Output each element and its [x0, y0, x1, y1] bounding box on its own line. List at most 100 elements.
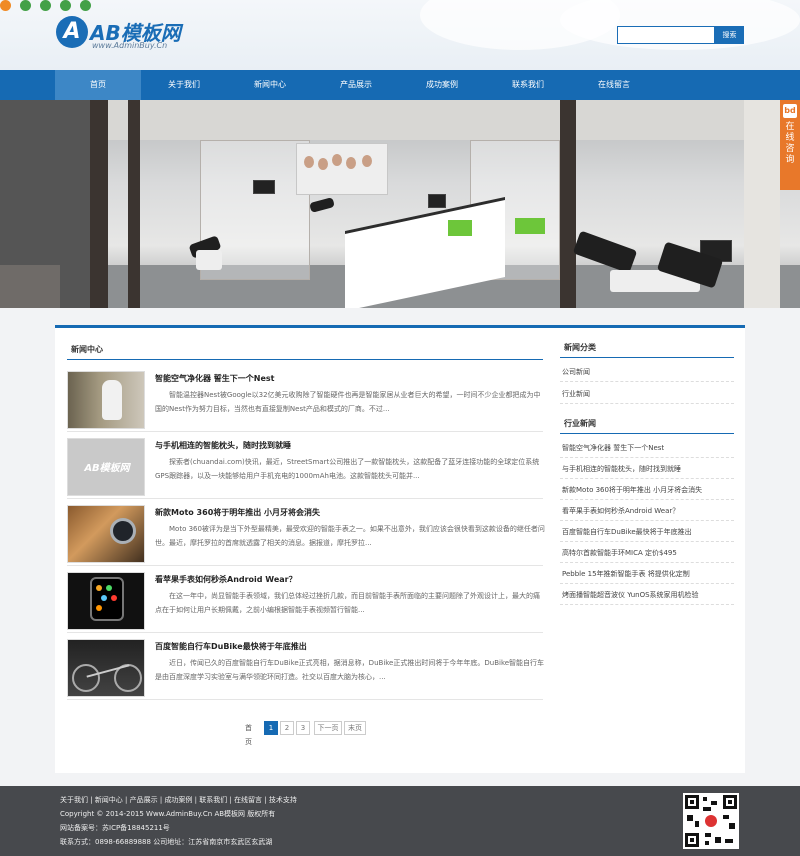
qr-cell	[705, 841, 709, 845]
sidebar-category-title: 新闻分类	[560, 340, 734, 358]
search-box: 搜索	[617, 26, 744, 44]
footer-links: 关于我们 | 新闻中心 | 产品展示 | 成功案例 | 联系我们 | 在线留言 …	[60, 796, 297, 804]
logo[interactable]: A AB模板网 www.AdminBuy.Cn	[56, 16, 196, 56]
banner-column	[128, 100, 140, 308]
news-item: 看苹果手表如何秒杀Android Wear？ 在这一年中，尚显智能手表领域，我们…	[67, 572, 543, 634]
banner-face	[304, 156, 314, 168]
qr-center-logo	[705, 815, 717, 827]
banner-slider[interactable]	[0, 100, 800, 308]
qr-cell	[703, 797, 707, 801]
search-button[interactable]: 搜索	[715, 26, 744, 44]
sidebar-industry-item[interactable]: 看苹果手表如何秒杀Android Wear？	[560, 501, 734, 521]
banner-face	[318, 158, 328, 170]
footer: 关于我们 | 新闻中心 | 产品展示 | 成功案例 | 联系我们 | 在线留言 …	[0, 786, 800, 856]
nav-item-products[interactable]: 产品展示	[313, 70, 399, 100]
wheel-shape	[72, 664, 100, 692]
sidebar-industry-item[interactable]: 高特尔首款智能手环MICA 定价$495	[560, 543, 734, 563]
nav-item-contact[interactable]: 联系我们	[485, 70, 571, 100]
footer-link-about[interactable]: 关于我们	[60, 796, 88, 804]
search-input[interactable]	[617, 26, 715, 44]
news-title[interactable]: 百度智能自行车DuBike最快将于年底推出	[155, 641, 307, 652]
sidebar-industry-item[interactable]: 烤面播智能超音波仪 YunOS系统家用机检验	[560, 585, 734, 605]
header: A AB模板网 www.AdminBuy.Cn 搜索	[0, 0, 800, 70]
app-dot	[96, 605, 102, 611]
nav-item-cases[interactable]: 成功案例	[399, 70, 485, 100]
footer-link-news[interactable]: 新闻中心	[95, 796, 123, 804]
footer-link-products[interactable]: 产品展示	[130, 796, 158, 804]
footer-link-cases[interactable]: 成功案例	[164, 796, 192, 804]
banner-wall-photo	[296, 143, 388, 195]
footer-icp[interactable]: 网站备案号：苏ICP备18845211号	[60, 823, 170, 833]
news-item: AB模板网 与手机相连的智能枕头，随时找到就睡 探索者(chuandai.com…	[67, 438, 543, 500]
news-title[interactable]: 看苹果手表如何秒杀Android Wear？	[155, 574, 297, 585]
sidebar-industry-item[interactable]: 与手机相连的智能枕头，随时找到就睡	[560, 459, 734, 479]
news-title[interactable]: 新款Moto 360将于明年推出 小月牙将会消失	[155, 507, 320, 518]
qr-cell	[715, 837, 721, 843]
news-thumb-moto-360[interactable]	[67, 505, 145, 563]
online-consult-tab[interactable]: bd 在线咨询	[780, 100, 800, 190]
page-1[interactable]: 1	[264, 721, 278, 735]
banner-dot-5[interactable]	[80, 0, 91, 11]
sidebar-industry-item[interactable]: 百度智能自行车DuBike最快将于年底推出	[560, 522, 734, 542]
divider	[67, 632, 543, 633]
banner-dot-4[interactable]	[60, 0, 71, 11]
news-summary: 在这一年中，尚显智能手表领域，我们总体经过挫折几款，而目前智能手表所面临的主要问…	[155, 592, 540, 614]
nav-item-about[interactable]: 关于我们	[141, 70, 227, 100]
footer-link-support[interactable]: 技术支持	[269, 796, 297, 804]
banner-left-floor	[0, 265, 60, 308]
news-thumb-apple-watch[interactable]	[67, 572, 145, 630]
footer-link-contact[interactable]: 联系我们	[199, 796, 227, 804]
app-dot	[96, 585, 102, 591]
news-thumb-placeholder[interactable]: AB模板网	[67, 438, 145, 496]
qr-cell	[695, 821, 699, 827]
banner-dot-3[interactable]	[40, 0, 51, 11]
news-title[interactable]: 智能空气净化器 誓生下一个Nest	[155, 373, 275, 384]
banner-right-wall	[744, 100, 780, 308]
purifier-shape	[102, 380, 122, 420]
sidebar-category-item[interactable]: 公司新闻	[560, 362, 734, 382]
qr-cell	[687, 815, 693, 821]
news-summary: 探索者(chuandai.com)快讯，最近，StreetSmart公司推出了一…	[155, 458, 540, 480]
news-item: 新款Moto 360将于明年推出 小月牙将会消失 Moto 360被评为是当下外…	[67, 505, 545, 567]
pagination-next[interactable]: 下一页	[314, 721, 342, 735]
banner-dot-1[interactable]	[0, 0, 11, 11]
qr-corner	[685, 833, 699, 847]
pagination-first[interactable]: 首页	[245, 721, 252, 746]
sidebar-category-item[interactable]: 行业新闻	[560, 384, 734, 404]
sidebar-industry-item[interactable]: Pebble 15年推新智能手表 将提供化定制	[560, 564, 734, 584]
news-thumb-air-purifier[interactable]	[67, 371, 145, 429]
nav-item-home[interactable]: 首页	[55, 70, 141, 100]
app-dot	[106, 585, 112, 591]
banner-green-panel	[448, 220, 472, 236]
news-title[interactable]: 与手机相连的智能枕头，随时找到就睡	[155, 440, 291, 451]
pagination-last[interactable]: 末页	[344, 721, 366, 735]
baidu-icon: bd	[783, 104, 797, 118]
news-item: 智能空气净化器 誓生下一个Nest 智能温控器Nest被Google以32亿美元…	[67, 371, 543, 433]
news-section-title: 新闻中心	[67, 342, 543, 360]
app-dot	[101, 595, 107, 601]
qr-cell	[725, 839, 733, 843]
nav-item-message[interactable]: 在线留言	[571, 70, 657, 100]
qr-cell	[703, 807, 711, 811]
qr-corner	[723, 795, 737, 809]
page-2[interactable]: 2	[280, 721, 294, 735]
page-3[interactable]: 3	[296, 721, 310, 735]
qr-cell	[723, 815, 729, 819]
divider	[67, 498, 543, 499]
logo-site: www.AdminBuy.Cn	[92, 41, 168, 50]
footer-link-message[interactable]: 在线留言	[234, 796, 262, 804]
sidebar-industry-item[interactable]: 智能空气净化器 誓生下一个Nest	[560, 438, 734, 458]
banner-green-panel	[515, 218, 545, 234]
banner-face	[332, 154, 342, 166]
banner-monitor	[253, 180, 275, 194]
banner-dot-2[interactable]	[20, 0, 31, 11]
news-thumb-bicycle[interactable]	[67, 639, 145, 697]
watch-shape	[110, 518, 136, 544]
nav-item-news[interactable]: 新闻中心	[227, 70, 313, 100]
banner-chair	[309, 197, 335, 213]
logo-mark-icon: A	[56, 16, 88, 48]
sidebar-industry-item[interactable]: 新款Moto 360将于明年推出 小月牙将会消失	[560, 480, 734, 500]
watch-shape	[90, 577, 124, 621]
footer-contact: 联系方式：0898-66889888 公司地址：江苏省南京市玄武区玄武湖	[60, 838, 273, 846]
banner-monitor	[428, 194, 446, 208]
